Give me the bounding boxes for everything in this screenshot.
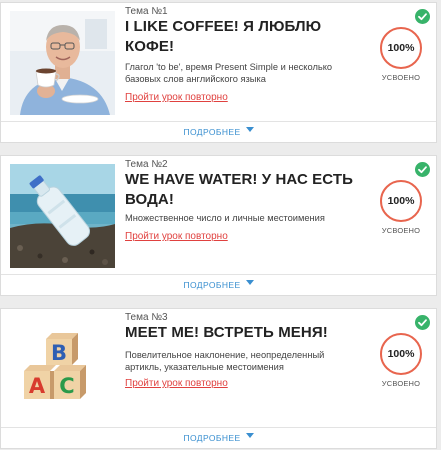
topic-number: Тема №2: [125, 159, 168, 170]
chevron-down-icon: [245, 127, 254, 133]
lesson-card-2: Тема №2 WE HAVE WATER! У НАС ЕСТЬ ВОДА! …: [0, 155, 437, 296]
lesson-image-coffee: [10, 11, 115, 115]
status-label: УСВОЕНО: [381, 226, 421, 235]
retry-lesson-link[interactable]: Пройти урок повторно: [125, 378, 228, 389]
progress-value: 100%: [387, 195, 415, 207]
more-details-label: ПОДРОБНЕЕ: [183, 127, 241, 137]
completed-check-icon: [415, 9, 430, 24]
lesson-image-water: [10, 164, 115, 268]
chevron-down-icon: [245, 280, 254, 286]
progress-ring: 100%: [380, 27, 422, 69]
retry-lesson-link[interactable]: Пройти урок повторно: [125, 92, 228, 103]
completed-check-icon: [415, 162, 430, 177]
retry-lesson-link[interactable]: Пройти урок повторно: [125, 231, 228, 242]
topic-number: Тема №1: [125, 6, 168, 17]
more-details-button[interactable]: ПОДРОБНЕЕ: [1, 121, 436, 142]
lesson-description: Множественное число и личные местоимения: [125, 213, 325, 223]
progress-ring: 100%: [380, 333, 422, 375]
lesson-title: WE HAVE WATER! У НАС ЕСТЬ ВОДА!: [125, 171, 353, 208]
lesson-card-1: Тема №1 I LIKE COFFEE! Я ЛЮБЛЮ КОФЕ! Гла…: [0, 2, 437, 143]
lesson-title: MEET ME! ВСТРЕТЬ МЕНЯ!: [125, 324, 328, 341]
progress-value: 100%: [387, 42, 415, 54]
chevron-down-icon: [245, 433, 254, 439]
lesson-description: Повелительное наклонение, неопределенный…: [125, 350, 325, 372]
lesson-card-3: B A C Тема №3 MEET ME! ВСТРЕТЬ МЕНЯ! Пов…: [0, 308, 437, 449]
lesson-description: Глагол 'to be', время Present Simple и н…: [125, 62, 333, 84]
more-details-button[interactable]: ПОДРОБНЕЕ: [1, 427, 436, 448]
more-details-label: ПОДРОБНЕЕ: [183, 433, 241, 443]
progress-value: 100%: [387, 348, 415, 360]
more-details-button[interactable]: ПОДРОБНЕЕ: [1, 274, 436, 295]
svg-text:B: B: [51, 341, 67, 365]
lesson-title: I LIKE COFFEE! Я ЛЮБЛЮ КОФЕ!: [125, 18, 322, 55]
completed-check-icon: [415, 315, 430, 330]
svg-text:A: A: [29, 374, 46, 398]
status-label: УСВОЕНО: [381, 379, 421, 388]
lesson-image-abc-blocks: B A C: [10, 317, 115, 421]
more-details-label: ПОДРОБНЕЕ: [183, 280, 241, 290]
topic-number: Тема №3: [125, 312, 168, 323]
svg-text:C: C: [59, 374, 74, 398]
progress-ring: 100%: [380, 180, 422, 222]
status-label: УСВОЕНО: [381, 73, 421, 82]
